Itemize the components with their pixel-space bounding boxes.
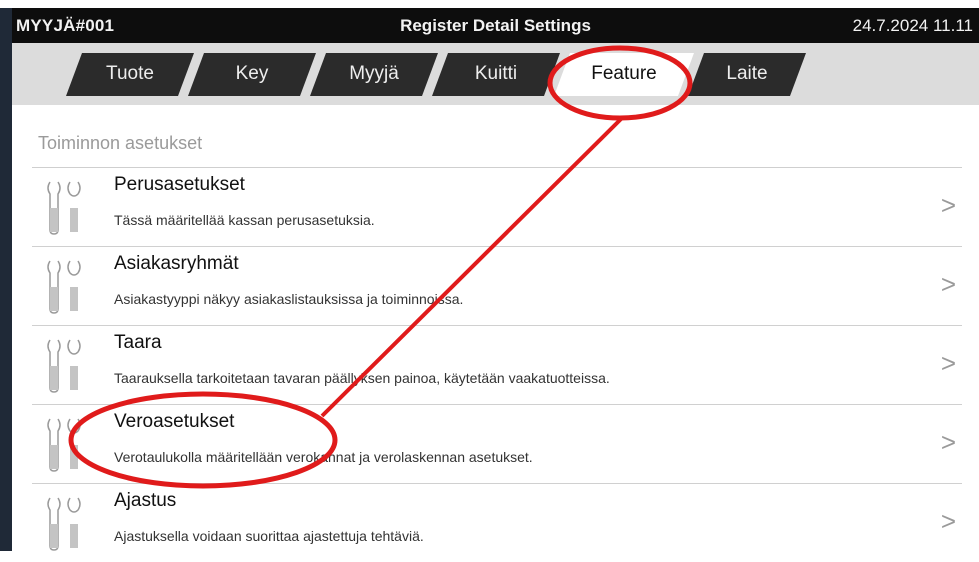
item-title: Asiakasryhmät	[114, 253, 239, 274]
tools-icon	[47, 339, 81, 393]
tab-laite[interactable]: Laite	[688, 53, 806, 96]
tab-label: Laite	[726, 63, 768, 84]
tab-kuitti[interactable]: Kuitti	[432, 53, 560, 96]
tools-icon	[47, 497, 81, 551]
section-header: Toiminnon asetukset	[38, 133, 203, 153]
item-description: Ajastuksella voidaan suorittaa ajastettu…	[114, 528, 424, 544]
list-item-veroasetukset[interactable]: Veroasetukset Verotaulukolla määritellää…	[32, 405, 962, 484]
list-item-asiakasryhmat[interactable]: Asiakasryhmät Asiakastyyppi näkyy asiaka…	[32, 247, 962, 326]
item-title: Veroasetukset	[114, 411, 235, 432]
item-description: Asiakastyyppi näkyy asiakaslistauksissa …	[114, 291, 464, 307]
list-item-perusasetukset[interactable]: Perusasetukset Tässä määritellää kassan …	[32, 168, 962, 247]
tab-label: Tuote	[106, 63, 154, 84]
chevron-right-icon: >	[940, 506, 956, 536]
list-item-ajastus[interactable]: Ajastus Ajastuksella voidaan suorittaa a…	[32, 484, 962, 562]
title-bar: MYYJÄ#001 Register Detail Settings 24.7.…	[12, 8, 979, 43]
tools-icon	[47, 260, 81, 314]
item-description: Taarauksella tarkoitetaan tavaran päälly…	[114, 370, 610, 386]
item-title: Perusasetukset	[114, 174, 245, 195]
tab-label: Key	[235, 63, 269, 84]
tab-label: Feature	[591, 63, 657, 84]
tools-icon	[47, 418, 81, 472]
chevron-right-icon: >	[940, 190, 956, 220]
chevron-right-icon: >	[940, 269, 956, 299]
tab-feature[interactable]: Feature	[554, 53, 694, 96]
tab-label: Myyjä	[349, 63, 399, 84]
item-title: Ajastus	[114, 490, 177, 511]
settings-panel: Toiminnon asetukset Perusasetukset Tässä…	[12, 105, 979, 551]
tab-bar: Tuote Key Myyjä Kuitti Feature Laite	[12, 43, 979, 105]
window-frame-top	[0, 0, 979, 8]
tab-key[interactable]: Key	[188, 53, 316, 96]
tools-icon	[47, 181, 81, 235]
tab-tuote[interactable]: Tuote	[66, 53, 194, 96]
tab-label: Kuitti	[474, 63, 518, 84]
chevron-right-icon: >	[940, 348, 956, 378]
window-frame-left	[0, 0, 12, 551]
item-title: Taara	[114, 332, 162, 353]
tab-myyja[interactable]: Myyjä	[310, 53, 438, 96]
datetime-label: 24.7.2024 11.11	[852, 16, 973, 35]
item-description: Verotaulukolla määritellään verokannat j…	[114, 449, 533, 465]
item-description: Tässä määritellää kassan perusasetuksia.	[114, 212, 375, 228]
list-item-taara[interactable]: Taara Taarauksella tarkoitetaan tavaran …	[32, 326, 962, 405]
window-title: Register Detail Settings	[400, 16, 591, 35]
chevron-right-icon: >	[940, 427, 956, 457]
